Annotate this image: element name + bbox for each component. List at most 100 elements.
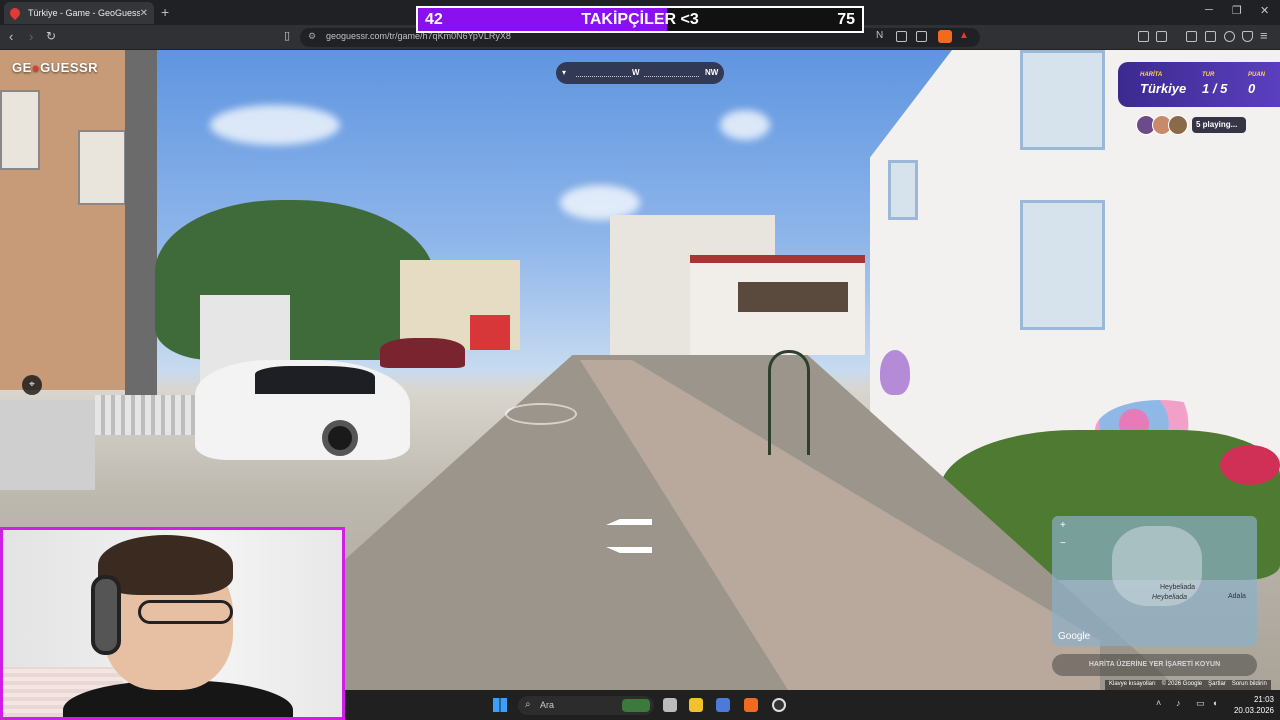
sidebar-icon[interactable]: [1186, 31, 1197, 42]
backward-arrow-icon[interactable]: [606, 547, 652, 553]
browser-forward-icon[interactable]: ›: [29, 29, 33, 44]
forward-arrow-icon[interactable]: [606, 519, 652, 525]
window: [0, 90, 40, 170]
webcam-overlay: [0, 527, 345, 720]
volume-icon[interactable]: ◖: [1212, 698, 1217, 708]
browser-tab[interactable]: Türkiye - Game - GeoGuessr ✕: [4, 2, 154, 24]
taskbar-search[interactable]: ⌕ Ara: [518, 696, 654, 715]
left-wall: [0, 400, 95, 490]
maximize-icon[interactable]: ❐: [1232, 4, 1242, 17]
utility-pole: [125, 50, 157, 400]
red-car: [380, 338, 465, 368]
settings-gear-icon[interactable]: [1224, 31, 1235, 42]
butterfly-mural: [880, 350, 910, 395]
logo-pin-icon: ●: [31, 60, 41, 75]
minimize-icon[interactable]: ─: [1205, 4, 1213, 16]
microphone-icon[interactable]: ♪: [1176, 698, 1181, 708]
extensions-icon[interactable]: [1138, 31, 1149, 42]
follower-target-count: 75: [837, 11, 855, 28]
copyright-text: © 2026 Google: [1161, 681, 1203, 687]
brave-rewards-icon[interactable]: ▲: [959, 30, 969, 41]
map-value: Türkiye: [1140, 81, 1187, 96]
movement-cursor: [505, 403, 577, 425]
terms-link[interactable]: Şartlar: [1208, 681, 1226, 689]
logo-text-suffix: GUESSR: [40, 60, 99, 75]
system-clock[interactable]: 21:03 20.03.2026: [1230, 694, 1274, 716]
players-indicator[interactable]: 5 playing...: [1134, 115, 1246, 135]
task-view-icon[interactable]: [663, 698, 677, 712]
clock-date: 20.03.2026: [1233, 706, 1274, 715]
cloud: [210, 105, 340, 145]
trees: [155, 200, 435, 360]
red-storefront: [470, 315, 510, 350]
reload-icon[interactable]: ↻: [46, 29, 56, 43]
headphones: [91, 575, 121, 655]
search-highlight-icon: [622, 699, 650, 712]
compass-ticks: [644, 68, 699, 77]
set-location-pin-icon[interactable]: ⌖: [22, 375, 42, 395]
window-close-icon[interactable]: ✕: [1260, 4, 1269, 17]
avatar: [1168, 115, 1188, 135]
window: [1020, 50, 1105, 150]
map-footer-links: Klavye kısayolları © 2026 Google Şartlar…: [1105, 680, 1271, 690]
map-place-label: Adala: [1228, 593, 1246, 600]
search-placeholder: Ara: [540, 700, 555, 710]
google-logo: Google: [1058, 631, 1091, 642]
window: [1020, 200, 1105, 330]
brave-browser-icon[interactable]: [744, 698, 758, 712]
glasses: [138, 600, 233, 624]
balcony: [738, 282, 848, 312]
car-windows: [255, 366, 375, 394]
site-info-icon[interactable]: ⚙: [308, 31, 316, 42]
share-icon[interactable]: [916, 31, 927, 42]
playing-count: 5 playing...: [1192, 117, 1246, 133]
guess-minimap[interactable]: + − Heybeliada Heybeliada Adala Google: [1052, 516, 1257, 646]
round-value: 1 / 5: [1202, 81, 1228, 96]
compass-ticks: [576, 68, 631, 77]
compass-arrow-icon: ▾: [562, 68, 567, 77]
bookmark-icon[interactable]: ▯: [284, 29, 290, 42]
zoom-in-button[interactable]: +: [1060, 520, 1066, 531]
windows-taskbar: [345, 690, 1280, 720]
cast-icon[interactable]: [896, 31, 907, 42]
wallet-icon[interactable]: [1156, 31, 1167, 42]
window: [78, 130, 126, 205]
obs-icon[interactable]: [772, 698, 786, 712]
reader-mode-icon[interactable]: N: [876, 30, 887, 41]
brave-shield-icon[interactable]: [938, 30, 952, 43]
menu-icon[interactable]: ≡: [1260, 28, 1268, 43]
zoom-out-button[interactable]: −: [1060, 538, 1066, 549]
tray-overflow-icon[interactable]: ˄: [1156, 698, 1161, 708]
geoguessr-favicon-icon: [7, 5, 23, 21]
report-problem-link[interactable]: Sorun bildirin: [1232, 681, 1267, 689]
guess-button[interactable]: HARİTA ÜZERİNE YER İŞARETİ KOYUN: [1052, 654, 1257, 676]
follower-goal-label: TAKİPÇİLER <3: [581, 11, 699, 28]
map-place-label: Heybeliada: [1152, 594, 1188, 601]
browser-back-icon[interactable]: ‹: [9, 29, 13, 44]
clock-time: 21:03: [1253, 695, 1274, 704]
garden-arch: [768, 350, 810, 455]
network-icon[interactable]: ▭: [1196, 698, 1205, 709]
game-status-panel: HARİTA Türkiye TUR 1 / 5 PUAN 0: [1118, 62, 1280, 107]
flowers: [1220, 445, 1280, 485]
cloud: [720, 110, 770, 140]
new-tab-button[interactable]: +: [161, 4, 169, 20]
keyboard-shortcuts-link[interactable]: Klavye kısayolları: [1109, 681, 1156, 689]
compass-bar: ▾ W NW: [556, 62, 724, 84]
windows-start-icon[interactable]: [493, 698, 507, 712]
map-place-label: Heybeliada: [1160, 584, 1196, 591]
follower-goal-bar: TAKİPÇİLER <3 42 75: [416, 6, 864, 33]
follower-current-count: 42: [425, 11, 443, 28]
microsoft-store-icon[interactable]: [716, 698, 730, 712]
file-explorer-icon[interactable]: [689, 698, 703, 712]
tab-title: Türkiye - Game - GeoGuessr: [28, 8, 140, 18]
vpn-shield-icon[interactable]: [1242, 31, 1253, 42]
close-tab-icon[interactable]: ✕: [140, 8, 148, 19]
geoguessr-logo[interactable]: GE●GUESSR: [12, 60, 98, 75]
navigation-arrows[interactable]: [606, 515, 654, 557]
tab-manager-icon[interactable]: [1205, 31, 1216, 42]
map-label: HARİTA: [1140, 72, 1163, 78]
round-label: TUR: [1202, 72, 1215, 78]
score-value: 0: [1248, 81, 1256, 96]
window: [888, 160, 918, 220]
